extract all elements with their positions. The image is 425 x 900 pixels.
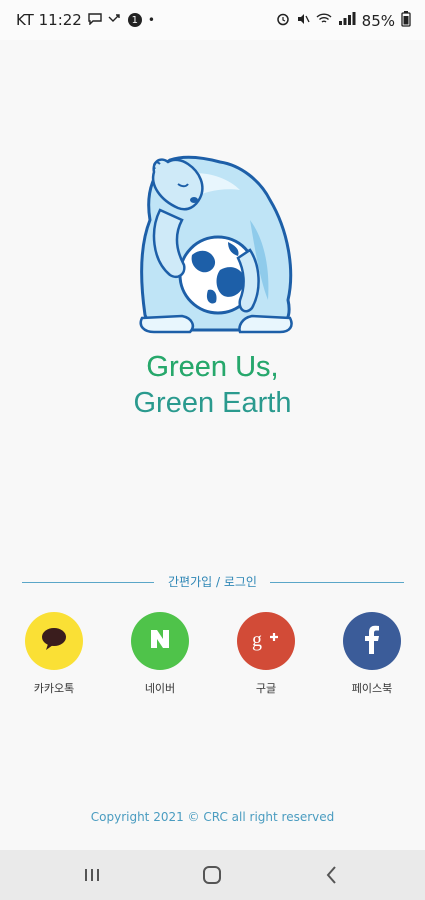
naver-button[interactable] — [131, 612, 189, 670]
svg-text:g: g — [252, 629, 262, 651]
chat-icon — [88, 12, 102, 28]
google-login[interactable]: g 구글 — [226, 612, 306, 696]
google-plus-icon: g — [251, 627, 281, 655]
missed-call-icon — [108, 13, 122, 28]
app-title-line2: Green Earth — [0, 386, 425, 420]
naver-label: 네이버 — [144, 682, 176, 695]
title-line1-text: Green Us, — [146, 351, 279, 383]
mute-icon — [296, 12, 310, 29]
battery-icon — [401, 11, 411, 30]
system-nav-bar — [0, 850, 425, 900]
naver-n-icon — [149, 628, 171, 654]
alarm-icon — [276, 12, 290, 29]
battery-text: 85% — [361, 11, 395, 30]
more-dot-icon: • — [147, 13, 155, 27]
google-label: 구글 — [255, 682, 277, 695]
signup-login-label: 간편가입 / 로그인 — [168, 575, 257, 589]
copyright-text: Copyright 2021 © CRC all right reserved — [90, 810, 335, 824]
facebook-login[interactable]: 페이스북 — [332, 612, 412, 696]
naver-login[interactable]: 네이버 — [120, 612, 200, 696]
signal-icon — [338, 12, 356, 29]
recent-apps-icon[interactable] — [62, 860, 122, 890]
polar-bear-earth-logo — [139, 155, 293, 334]
title-line2-text: Green Earth — [133, 387, 292, 419]
kakaotalk-login[interactable]: 카카오톡 — [14, 612, 94, 696]
google-button[interactable]: g — [237, 612, 295, 670]
back-icon[interactable] — [302, 860, 362, 890]
kakaotalk-button[interactable] — [25, 612, 83, 670]
divider-left — [22, 582, 154, 583]
carrier-time: KT 11:22 — [16, 11, 82, 29]
speech-bubble-icon — [40, 627, 68, 655]
notification-badge: 1 — [127, 13, 142, 27]
facebook-button[interactable] — [343, 612, 401, 670]
status-bar: KT 11:22 1 • 85% — [0, 0, 425, 40]
wifi-icon — [316, 12, 332, 29]
app-title-line1: Green Us, — [0, 350, 425, 384]
divider-right — [270, 582, 404, 583]
facebook-f-icon — [363, 624, 381, 658]
facebook-label: 페이스북 — [351, 682, 393, 695]
home-icon[interactable] — [182, 860, 242, 890]
kakaotalk-label: 카카오톡 — [33, 682, 75, 695]
